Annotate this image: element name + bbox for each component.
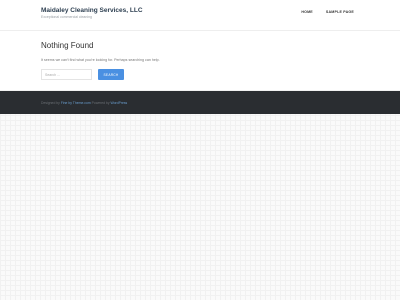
site-title[interactable]: Maidaley Cleaning Services, LLC bbox=[41, 7, 143, 14]
site-tagline: Exceptional commercial cleaning bbox=[41, 15, 92, 19]
main-nav: HOME SAMPLE PAGE bbox=[301, 10, 354, 14]
page-title: Nothing Found bbox=[41, 41, 94, 50]
search-button[interactable]: SEARCH bbox=[98, 69, 124, 80]
site-footer: Designed by Fine by Theme.com Powered by… bbox=[0, 91, 400, 114]
wordpress-link[interactable]: WordPress bbox=[111, 101, 128, 105]
theme-link[interactable]: Fine by Theme.com bbox=[61, 101, 91, 105]
site-header: Maidaley Cleaning Services, LLC Exceptio… bbox=[0, 0, 400, 31]
footer-middle: Powered by bbox=[91, 101, 110, 105]
nav-item-sample-page[interactable]: SAMPLE PAGE bbox=[326, 10, 354, 14]
footer-credits: Designed by Fine by Theme.com Powered by… bbox=[41, 101, 127, 105]
nav-item-home[interactable]: HOME bbox=[301, 10, 313, 14]
footer-prefix: Designed by bbox=[41, 101, 60, 105]
not-found-message: It seems we can't find what you're looki… bbox=[41, 58, 160, 62]
search-input[interactable] bbox=[41, 69, 92, 80]
main-content: Nothing Found It seems we can't find wha… bbox=[0, 31, 400, 90]
